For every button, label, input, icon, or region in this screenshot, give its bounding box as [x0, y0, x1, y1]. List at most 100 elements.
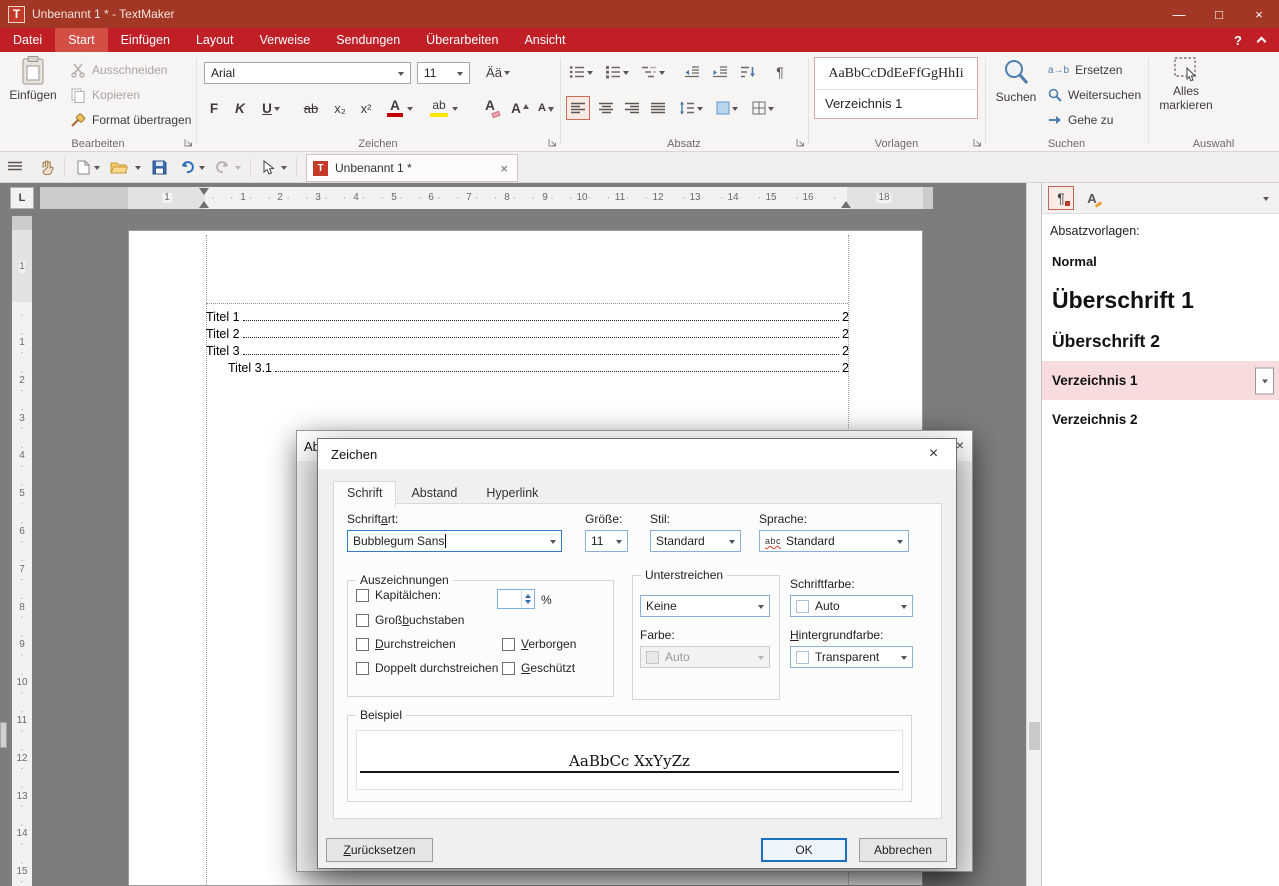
all-caps-checkbox[interactable]: Großbuchstaben — [356, 613, 464, 627]
absatz-dialog-launcher-icon[interactable] — [795, 137, 806, 148]
ribbon-tab[interactable]: Ansicht — [511, 28, 578, 52]
maximize-button[interactable]: □ — [1199, 0, 1239, 28]
style-preview-item[interactable]: AaBbCcDdEeFfGgHhIi — [815, 58, 977, 90]
toolbar-menu-button[interactable] — [4, 155, 26, 179]
checkbox-icon[interactable] — [356, 662, 369, 675]
save-button[interactable] — [148, 155, 170, 179]
dialog-titlebar[interactable]: Zeichen — [318, 439, 956, 469]
dialog-font-size-combo[interactable]: 11 — [585, 530, 628, 552]
double-strikethrough-checkbox[interactable]: Doppelt durchstreichen — [356, 661, 498, 675]
bearbeiten-dialog-launcher-icon[interactable] — [183, 137, 194, 148]
replace-button[interactable]: a→b Ersetzen — [1048, 58, 1122, 82]
style-list-item[interactable]: Verzeichnis 2 — [1042, 400, 1279, 439]
checkbox-icon[interactable] — [502, 662, 515, 675]
ribbon-tab[interactable]: Start — [55, 28, 107, 52]
strikethrough-button[interactable]: ab — [298, 96, 324, 120]
ribbon-tab[interactable]: Datei — [0, 28, 55, 52]
hidden-checkbox[interactable]: Verborgen — [502, 637, 576, 651]
align-center-button[interactable] — [594, 96, 618, 120]
sidebar-menu-icon[interactable] — [1263, 197, 1269, 204]
open-menu[interactable] — [132, 155, 144, 179]
find-next-button[interactable]: Weitersuchen — [1048, 83, 1141, 107]
numbered-list-button[interactable] — [602, 60, 632, 84]
goto-button[interactable]: Gehe zu — [1048, 108, 1113, 132]
clear-formatting-button[interactable]: A — [478, 96, 502, 120]
ok-button[interactable]: OK — [761, 838, 847, 862]
ribbon-tab[interactable]: Sendungen — [323, 28, 413, 52]
borders-button[interactable] — [748, 96, 778, 120]
spinner-up-icon[interactable] — [522, 590, 534, 599]
toc-entry[interactable]: Titel 2 2 — [206, 324, 849, 341]
vorlagen-dialog-launcher-icon[interactable] — [972, 137, 983, 148]
cut-button[interactable]: Ausschneiden — [70, 58, 167, 82]
ribbon-tab[interactable]: Layout — [183, 28, 247, 52]
underline-style-combo[interactable]: Keine — [640, 595, 770, 617]
superscript-button[interactable]: x² — [354, 96, 378, 120]
redo-menu[interactable] — [232, 155, 244, 179]
font-color-button[interactable]: A — [382, 96, 416, 120]
dialog-font-name-combo[interactable]: Bubblegum Sans — [347, 530, 562, 552]
paragraph-styles-tab[interactable]: ¶ — [1048, 186, 1074, 210]
search-button[interactable]: Suchen — [990, 58, 1042, 105]
minimize-button[interactable]: — — [1159, 0, 1199, 28]
line-spacing-button[interactable] — [676, 96, 706, 120]
style-list-item[interactable]: Verzeichnis 1 — [1042, 361, 1279, 400]
checkbox-icon[interactable] — [356, 589, 369, 602]
document-tab[interactable]: T Unbenannt 1 * × — [306, 154, 518, 182]
toc-entry[interactable]: Titel 3 2 — [206, 341, 849, 358]
shading-button[interactable] — [712, 96, 742, 120]
new-document-menu[interactable] — [91, 155, 103, 179]
redo-button[interactable] — [212, 155, 234, 179]
right-indent-marker[interactable] — [841, 201, 851, 208]
select-tool-button[interactable] — [258, 155, 280, 179]
style-list-item[interactable]: Normal — [1042, 244, 1279, 279]
ribbon-tab[interactable]: Überarbeiten — [413, 28, 511, 52]
select-all-button[interactable]: Alles markieren — [1154, 56, 1218, 113]
justify-button[interactable] — [646, 96, 670, 120]
cancel-button[interactable]: Abbrechen — [859, 838, 947, 862]
style-list-item[interactable]: Überschrift 2 — [1042, 322, 1279, 361]
grow-font-button[interactable]: A — [508, 96, 532, 120]
bold-button[interactable]: F — [202, 96, 226, 120]
font-size-combo[interactable]: 11 — [417, 62, 470, 84]
font-color-combo[interactable]: Auto — [790, 595, 913, 617]
style-preview-item[interactable]: Verzeichnis 1 — [815, 90, 977, 117]
style-dropdown-button[interactable] — [1255, 367, 1274, 394]
help-icon[interactable]: ? — [1234, 33, 1242, 48]
left-panel-grip[interactable] — [0, 722, 7, 748]
align-left-button[interactable] — [566, 96, 590, 120]
select-tool-menu[interactable] — [278, 155, 290, 179]
toc-entry[interactable]: Titel 3.1 2 — [206, 358, 849, 375]
first-line-indent-marker[interactable] — [199, 188, 209, 195]
open-button[interactable] — [106, 155, 132, 179]
checkbox-icon[interactable] — [356, 638, 369, 651]
copy-button[interactable]: Kopieren — [70, 83, 140, 107]
character-styles-tab[interactable]: A — [1079, 186, 1105, 210]
horizontal-ruler[interactable] — [40, 187, 933, 209]
change-case-button[interactable]: Ää — [478, 60, 518, 84]
format-painter-button[interactable]: Format übertragen — [70, 108, 191, 132]
paste-button[interactable]: Einfügen — [6, 56, 60, 103]
decrease-indent-button[interactable] — [680, 60, 704, 84]
dialog-close-button[interactable]: × — [911, 439, 956, 468]
spinner-down-icon[interactable] — [522, 599, 534, 608]
checkbox-icon[interactable] — [356, 614, 369, 627]
left-indent-marker[interactable] — [199, 201, 209, 208]
dialog-tab[interactable]: Schrift — [333, 481, 396, 507]
pan-tool-button[interactable] — [36, 155, 58, 179]
strikethrough-checkbox[interactable]: Durchstreichen — [356, 637, 456, 651]
align-right-button[interactable] — [620, 96, 644, 120]
checkbox-icon[interactable] — [502, 638, 515, 651]
italic-button[interactable]: K — [228, 96, 252, 120]
subscript-button[interactable]: x₂ — [328, 96, 352, 120]
close-button[interactable]: × — [1239, 0, 1279, 28]
small-caps-checkbox[interactable]: Kapitälchen: — [356, 588, 441, 602]
increase-indent-button[interactable] — [708, 60, 732, 84]
scrollbar-thumb[interactable] — [1029, 722, 1040, 750]
shrink-font-button[interactable]: A — [534, 96, 558, 120]
underline-button[interactable]: U — [254, 96, 288, 120]
vertical-scrollbar[interactable] — [1026, 183, 1041, 886]
multilevel-list-button[interactable] — [638, 60, 668, 84]
font-name-combo[interactable]: Arial — [204, 62, 411, 84]
small-caps-percent-spinner[interactable] — [497, 589, 535, 609]
